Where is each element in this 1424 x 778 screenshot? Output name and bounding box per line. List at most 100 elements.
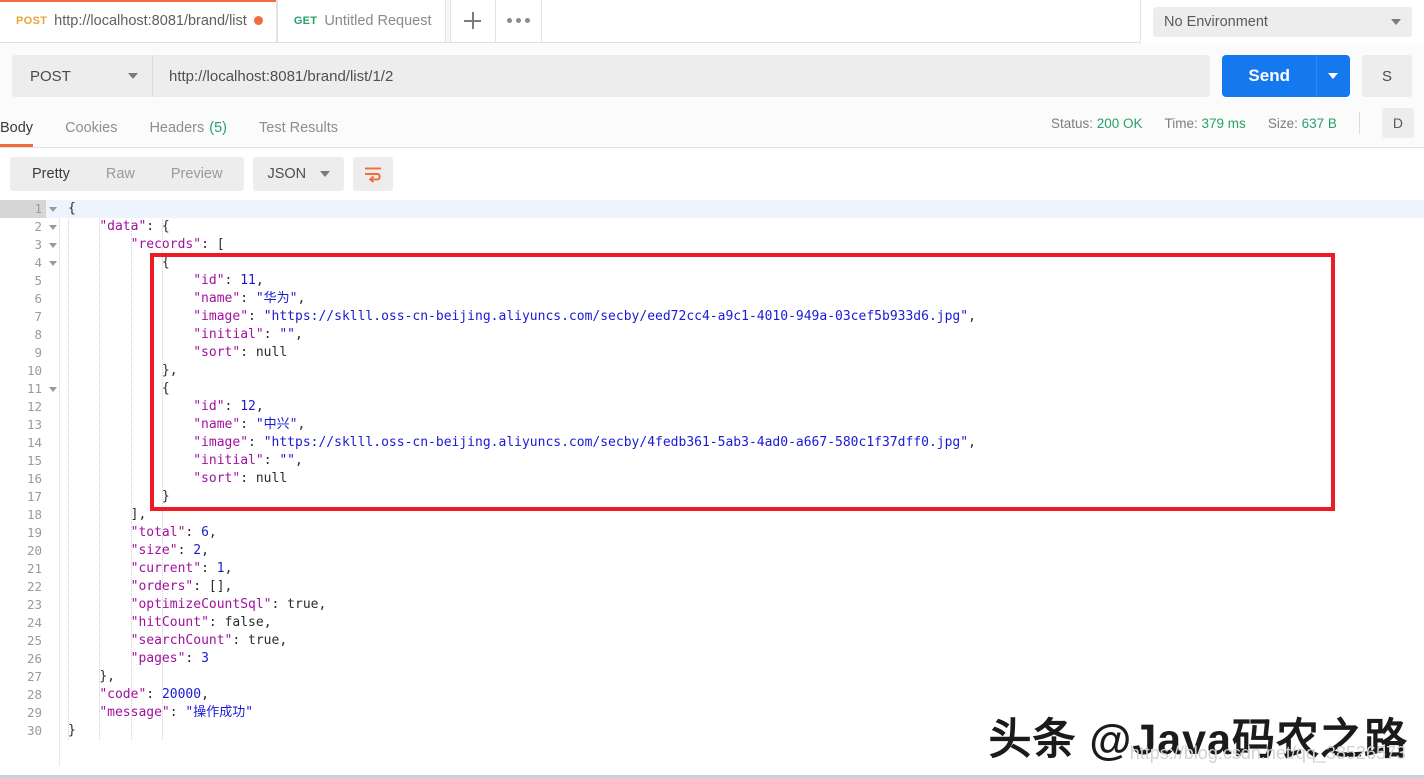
code-line-text: "id": 11, (193, 273, 264, 288)
code-line[interactable]: 9 "sort": null (0, 344, 1424, 362)
view-mode-preview[interactable]: Preview (153, 157, 241, 191)
line-number: 16 (26, 471, 42, 486)
line-number: 22 (26, 579, 42, 594)
response-size: Size: 637 B (1268, 116, 1337, 131)
response-size-value: 637 B (1301, 115, 1337, 131)
word-wrap-icon (365, 167, 382, 183)
code-line[interactable]: 19 "total": 6, (0, 524, 1424, 542)
line-number: 18 (26, 507, 42, 522)
code-line[interactable]: 11 { (0, 380, 1424, 398)
code-line-text: "sort": null (193, 345, 288, 360)
chevron-down-icon (1328, 73, 1339, 79)
request-tab-0-name: http://localhost:8081/brand/list (54, 12, 247, 29)
code-line-text: "optimizeCountSql": true, (130, 597, 327, 612)
code-line[interactable]: 7 "image": "https://sklll.oss-cn-beijing… (0, 308, 1424, 326)
code-line[interactable]: 24 "hitCount": false, (0, 614, 1424, 632)
code-line[interactable]: 18 ], (0, 506, 1424, 524)
response-tab-test-results[interactable]: Test Results (243, 108, 354, 147)
line-number: 21 (26, 561, 42, 576)
line-number: 15 (26, 453, 42, 468)
code-fold-toggle-icon[interactable] (46, 207, 60, 212)
code-line-text: "size": 2, (130, 543, 209, 558)
code-line[interactable]: 1{ (0, 200, 1424, 218)
send-options-button[interactable] (1315, 55, 1350, 97)
view-mode-pretty[interactable]: Pretty (14, 157, 88, 191)
request-tab-1[interactable]: GET Untitled Request (276, 0, 446, 42)
code-line[interactable]: 15 "initial": "", (0, 452, 1424, 470)
request-tab-0-method: POST (16, 14, 48, 27)
request-tab-0[interactable]: POST http://localhost:8081/brand/list (0, 0, 277, 42)
code-line[interactable]: 22 "orders": [], (0, 578, 1424, 596)
code-fold-toggle-icon[interactable] (46, 261, 60, 266)
code-line[interactable]: 5 "id": 11, (0, 272, 1424, 290)
download-response-button[interactable]: D (1381, 108, 1414, 138)
line-number: 23 (26, 597, 42, 612)
environment-selector[interactable]: No Environment (1153, 6, 1412, 37)
response-tab-cookies[interactable]: Cookies (49, 108, 133, 147)
response-language-select[interactable]: JSON (253, 157, 345, 191)
code-line[interactable]: 4 { (0, 254, 1424, 272)
code-line[interactable]: 16 "sort": null (0, 470, 1424, 488)
send-button-group: Send (1222, 55, 1350, 97)
new-tab-button[interactable] (449, 0, 496, 42)
code-fold-toggle-icon[interactable] (46, 225, 60, 230)
code-line-text: { (68, 201, 76, 216)
code-line[interactable]: 29 "message": "操作成功" (0, 704, 1424, 722)
code-line-text: "searchCount": true, (130, 633, 288, 648)
view-mode-raw[interactable]: Raw (88, 157, 153, 191)
code-line-text: } (68, 723, 76, 738)
code-line[interactable]: 26 "pages": 3 (0, 650, 1424, 668)
code-line[interactable]: 12 "id": 12, (0, 398, 1424, 416)
code-line[interactable]: 6 "name": "华为", (0, 290, 1424, 308)
code-line-text: "id": 12, (193, 399, 264, 414)
code-line[interactable]: 3 "records": [ (0, 236, 1424, 254)
code-line[interactable]: 27 }, (0, 668, 1424, 686)
code-line[interactable]: 21 "current": 1, (0, 560, 1424, 578)
response-tab-headers[interactable]: Headers (5) (133, 108, 243, 147)
unsaved-changes-dot-icon (253, 16, 263, 25)
code-line-text: "hitCount": false, (130, 615, 272, 630)
request-tab-bar: POST http://localhost:8081/brand/list GE… (0, 0, 1424, 43)
save-button[interactable]: S (1361, 55, 1412, 97)
code-line-text: { (161, 255, 170, 270)
send-button[interactable]: Send (1222, 55, 1316, 97)
code-fold-toggle-icon[interactable] (46, 243, 60, 248)
code-line[interactable]: 23 "optimizeCountSql": true, (0, 596, 1424, 614)
response-time-value: 379 ms (1201, 115, 1246, 131)
code-line[interactable]: 10 }, (0, 362, 1424, 380)
chevron-down-icon (128, 73, 138, 79)
code-line-text: "orders": [], (130, 579, 233, 594)
word-wrap-toggle-button[interactable] (353, 157, 394, 191)
response-tab-body[interactable]: Body (0, 108, 49, 147)
line-number: 6 (34, 291, 42, 306)
http-method-select[interactable]: POST (12, 55, 152, 97)
code-line-text: }, (161, 363, 178, 378)
code-fold-toggle-icon[interactable] (46, 387, 60, 392)
line-number: 19 (26, 525, 42, 540)
code-line-text: "initial": "", (193, 453, 303, 468)
code-line[interactable]: 17 } (0, 488, 1424, 506)
response-view-mode-group: Pretty Raw Preview (10, 157, 245, 191)
response-headers-count: (5) (209, 119, 227, 136)
code-line-text: "pages": 3 (130, 651, 209, 666)
code-line[interactable]: 13 "name": "中兴", (0, 416, 1424, 434)
code-line[interactable]: 2 "data": { (0, 218, 1424, 236)
code-line[interactable]: 30} (0, 722, 1424, 740)
code-line-text: ], (130, 507, 147, 522)
plus-icon (464, 12, 482, 29)
code-line[interactable]: 28 "code": 20000, (0, 686, 1424, 704)
chevron-down-icon (1391, 18, 1401, 25)
tab-more-options-button[interactable] (495, 0, 542, 42)
code-line[interactable]: 8 "initial": "", (0, 326, 1424, 344)
code-line[interactable]: 25 "searchCount": true, (0, 632, 1424, 650)
request-url-input[interactable]: http://localhost:8081/brand/list/1/2 (152, 55, 1211, 97)
response-language-value: JSON (267, 166, 307, 182)
response-body-viewer[interactable]: 1{2 "data": {3 "records": [4 {5 "id": 11… (0, 200, 1424, 766)
code-line-text: "sort": null (193, 471, 288, 486)
code-line-text: } (161, 489, 170, 504)
code-line-text: "records": [ (130, 237, 225, 252)
meta-divider (1358, 112, 1360, 134)
response-json-code[interactable]: 1{2 "data": {3 "records": [4 {5 "id": 11… (0, 200, 1424, 740)
code-line[interactable]: 14 "image": "https://sklll.oss-cn-beijin… (0, 434, 1424, 452)
code-line[interactable]: 20 "size": 2, (0, 542, 1424, 560)
